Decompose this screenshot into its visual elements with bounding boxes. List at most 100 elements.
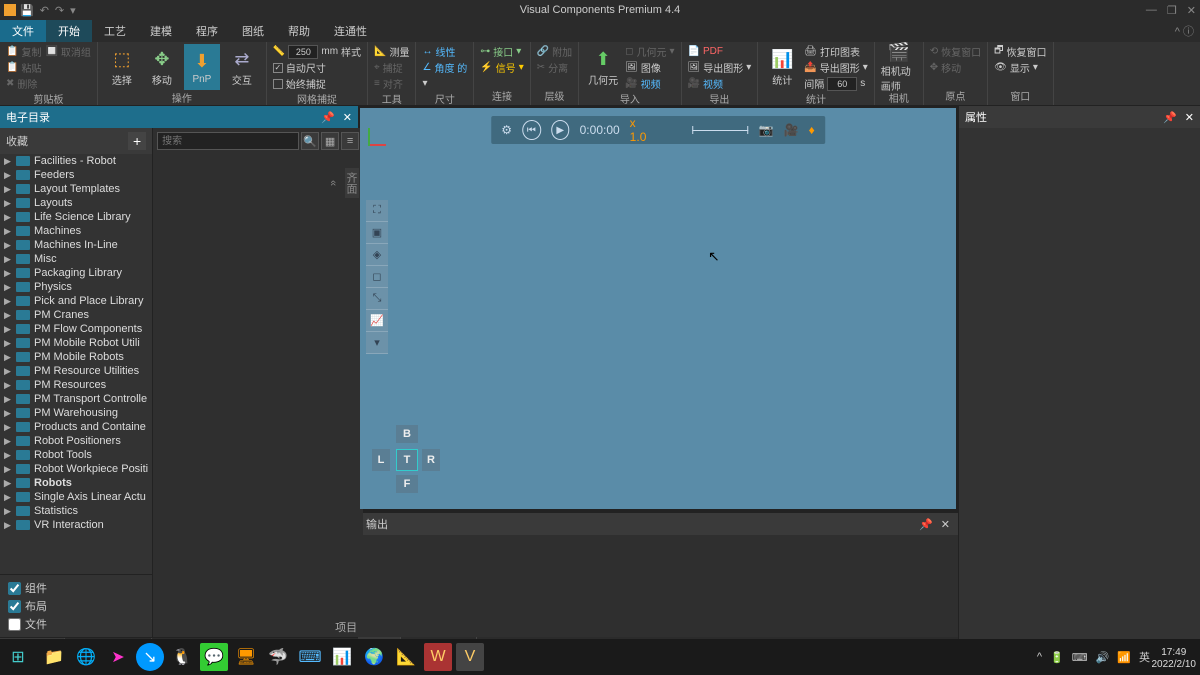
tree-item[interactable]: ▶Products and Containe <box>0 420 152 434</box>
props-close-icon[interactable]: ✕ <box>1185 111 1194 124</box>
tree-item[interactable]: ▶Robots <box>0 476 152 490</box>
import-geometry-button[interactable]: ⬆几何元 <box>585 44 621 90</box>
cube-back[interactable]: B <box>396 425 418 443</box>
settings-icon[interactable]: ⚙ <box>501 123 512 137</box>
tree-item[interactable]: ▶PM Resource Utilities <box>0 364 152 378</box>
angle-button[interactable]: ∠ 角度 的 <box>422 60 467 75</box>
record-icon[interactable]: 📷 <box>759 123 774 137</box>
close-icon[interactable]: ✕ <box>1187 4 1196 17</box>
menu-process[interactable]: 工艺 <box>92 20 138 42</box>
ungroup-button[interactable]: 🔲 取消组 <box>45 44 90 59</box>
align-button[interactable]: ≡ 对齐 <box>374 76 409 91</box>
vr-icon[interactable]: ♦ <box>809 123 815 137</box>
tree-item[interactable]: ▶VR Interaction <box>0 518 152 532</box>
tree-item[interactable]: ▶PM Warehousing <box>0 406 152 420</box>
attach-button[interactable]: 🔗 附加 <box>537 44 572 59</box>
interval-input[interactable] <box>827 77 857 91</box>
menu-drawing[interactable]: 图纸 <box>230 20 276 42</box>
cube-left[interactable]: L <box>372 449 390 471</box>
export-pdf-button[interactable]: 📄 PDF <box>688 44 752 59</box>
export-shape-button[interactable]: 📤 导出图形 ▾ <box>804 60 867 75</box>
tree-item[interactable]: ▶Statistics <box>0 504 152 518</box>
menu-program[interactable]: 程序 <box>184 20 230 42</box>
menu-help[interactable]: 帮助 <box>276 20 322 42</box>
tree-item[interactable]: ▶Life Science Library <box>0 210 152 224</box>
tree-item[interactable]: ▶PM Mobile Robot Utili <box>0 336 152 350</box>
import-video-button[interactable]: 🎥 视频 <box>625 76 674 91</box>
maximize-icon[interactable]: ❐ <box>1167 4 1177 17</box>
snap-button[interactable]: ⌖ 捕捉 <box>374 60 409 75</box>
tree-item[interactable]: ▶Robot Positioners <box>0 434 152 448</box>
export-image-button[interactable]: 🖼 导出图形 ▾ <box>688 60 752 75</box>
import-geo-small[interactable]: ◻ 几何元 ▾ <box>625 44 674 59</box>
tree-item[interactable]: ▶Robot Workpiece Positi <box>0 462 152 476</box>
delete-button[interactable]: ✖ 删除 <box>6 76 41 91</box>
props-pin-icon[interactable]: 📌 <box>1163 111 1177 124</box>
taskbar-clock[interactable]: 17:49 2022/2/10 <box>1152 643 1197 671</box>
check-file-box[interactable] <box>8 618 21 631</box>
taskbar-w-icon[interactable]: W <box>424 643 452 671</box>
check-file[interactable]: 文件 <box>8 615 144 633</box>
taskbar-proc-icon[interactable]: 📊 <box>328 643 356 671</box>
auto-size-check[interactable]: ✓自动尺寸 <box>273 60 361 75</box>
cube-right[interactable]: R <box>422 449 440 471</box>
cube-top[interactable]: T <box>396 449 418 471</box>
search-icon[interactable]: 🔍 <box>301 132 319 150</box>
tree-item[interactable]: ▶Physics <box>0 280 152 294</box>
tree-item[interactable]: ▶Feeders <box>0 168 152 182</box>
stats-button[interactable]: 📊统计 <box>764 44 800 90</box>
nav-cube[interactable]: B L T R F <box>366 419 446 499</box>
tree-item[interactable]: ▶Facilities - Robot <box>0 154 152 168</box>
tray-volume-icon[interactable]: 🔊 <box>1096 651 1110 664</box>
camera-animator-button[interactable]: 🎬相机动画师 <box>881 44 917 90</box>
tree-item[interactable]: ▶Robot Tools <box>0 448 152 462</box>
catalog-tree[interactable]: ▶Facilities - Robot▶Feeders▶Layout Templ… <box>0 154 152 574</box>
measure-button[interactable]: 📐 测量 <box>374 44 409 59</box>
minimize-icon[interactable]: ― <box>1146 4 1157 17</box>
tree-item[interactable]: ▶PM Transport Controlle <box>0 392 152 406</box>
origin-restore-button[interactable]: ⟲ 恢复窗口 <box>930 44 981 59</box>
taskbar-folder-icon[interactable]: 📁 <box>40 643 68 671</box>
output-close-icon[interactable]: ✕ <box>941 518 950 531</box>
tree-item[interactable]: ▶PM Mobile Robots <box>0 350 152 364</box>
cube-front[interactable]: F <box>396 475 418 493</box>
taskbar-globe-icon[interactable]: 🌍 <box>360 643 388 671</box>
menu-start[interactable]: 开始 <box>46 20 92 42</box>
tray-chevron-icon[interactable]: ^ <box>1037 651 1042 663</box>
paste-button[interactable]: 📋 粘贴 <box>6 60 41 75</box>
size-more-button[interactable]: ▾ <box>422 76 467 91</box>
more-view-icon[interactable]: ▾ <box>366 332 388 354</box>
export-video-button[interactable]: 🎥 视频 <box>688 76 752 91</box>
graph-icon[interactable]: 📈 <box>366 310 388 332</box>
taskbar-bird-icon[interactable]: ↘ <box>136 643 164 671</box>
check-component[interactable]: 组件 <box>8 579 144 597</box>
import-image-button[interactable]: 🖼 图像 <box>625 60 674 75</box>
output-body[interactable] <box>358 535 958 637</box>
taskbar-wireshark-icon[interactable]: 🦈 <box>264 643 292 671</box>
qat-save-icon[interactable]: 💾 <box>20 4 34 17</box>
collapse-strip[interactable]: 齐面 « <box>345 168 359 198</box>
render-mode-icon[interactable]: ◈ <box>366 244 388 266</box>
taskbar-chrome-icon[interactable]: 🌐 <box>72 643 100 671</box>
tree-item[interactable]: ▶Single Axis Linear Actu <box>0 490 152 504</box>
camera-icon[interactable]: 🎥 <box>784 123 799 137</box>
taskbar-vc-icon[interactable]: V <box>456 643 484 671</box>
play-button[interactable]: ▶ <box>551 120 570 140</box>
add-favorite-button[interactable]: + <box>128 132 146 150</box>
qat-dropdown-icon[interactable]: ▾ <box>70 4 76 17</box>
tree-item[interactable]: ▶Misc <box>0 252 152 266</box>
qat-undo-icon[interactable]: ↶ <box>40 4 49 17</box>
tray-ime[interactable]: 英 <box>1139 649 1150 665</box>
taskbar-matlab-icon[interactable]: 📐 <box>392 643 420 671</box>
restore-window-button[interactable]: 🗗 恢复窗口 <box>994 44 1046 59</box>
taskbar-arrow-icon[interactable]: ➤ <box>104 643 132 671</box>
tree-item[interactable]: ▶Packaging Library <box>0 266 152 280</box>
linear-button[interactable]: ↔ 线性 <box>422 44 467 59</box>
viewport-3d[interactable]: ⚙ ⏮ ▶ 0:00:00 x 1.0 📷 🎥 ♦ ⛶ ▣ ◈ ◻ ⤡ 📈 ▾ <box>360 108 956 509</box>
ribbon-collapse-icon[interactable]: ^ ⓘ <box>1175 23 1194 39</box>
menu-connectivity[interactable]: 连通性 <box>322 20 379 42</box>
taskbar-vscode-icon[interactable]: ⌨ <box>296 643 324 671</box>
taskbar-vm-icon[interactable]: 🖥 <box>232 643 260 671</box>
tree-item[interactable]: ▶Machines In-Line <box>0 238 152 252</box>
view-list-icon[interactable]: ≡ <box>341 132 359 150</box>
